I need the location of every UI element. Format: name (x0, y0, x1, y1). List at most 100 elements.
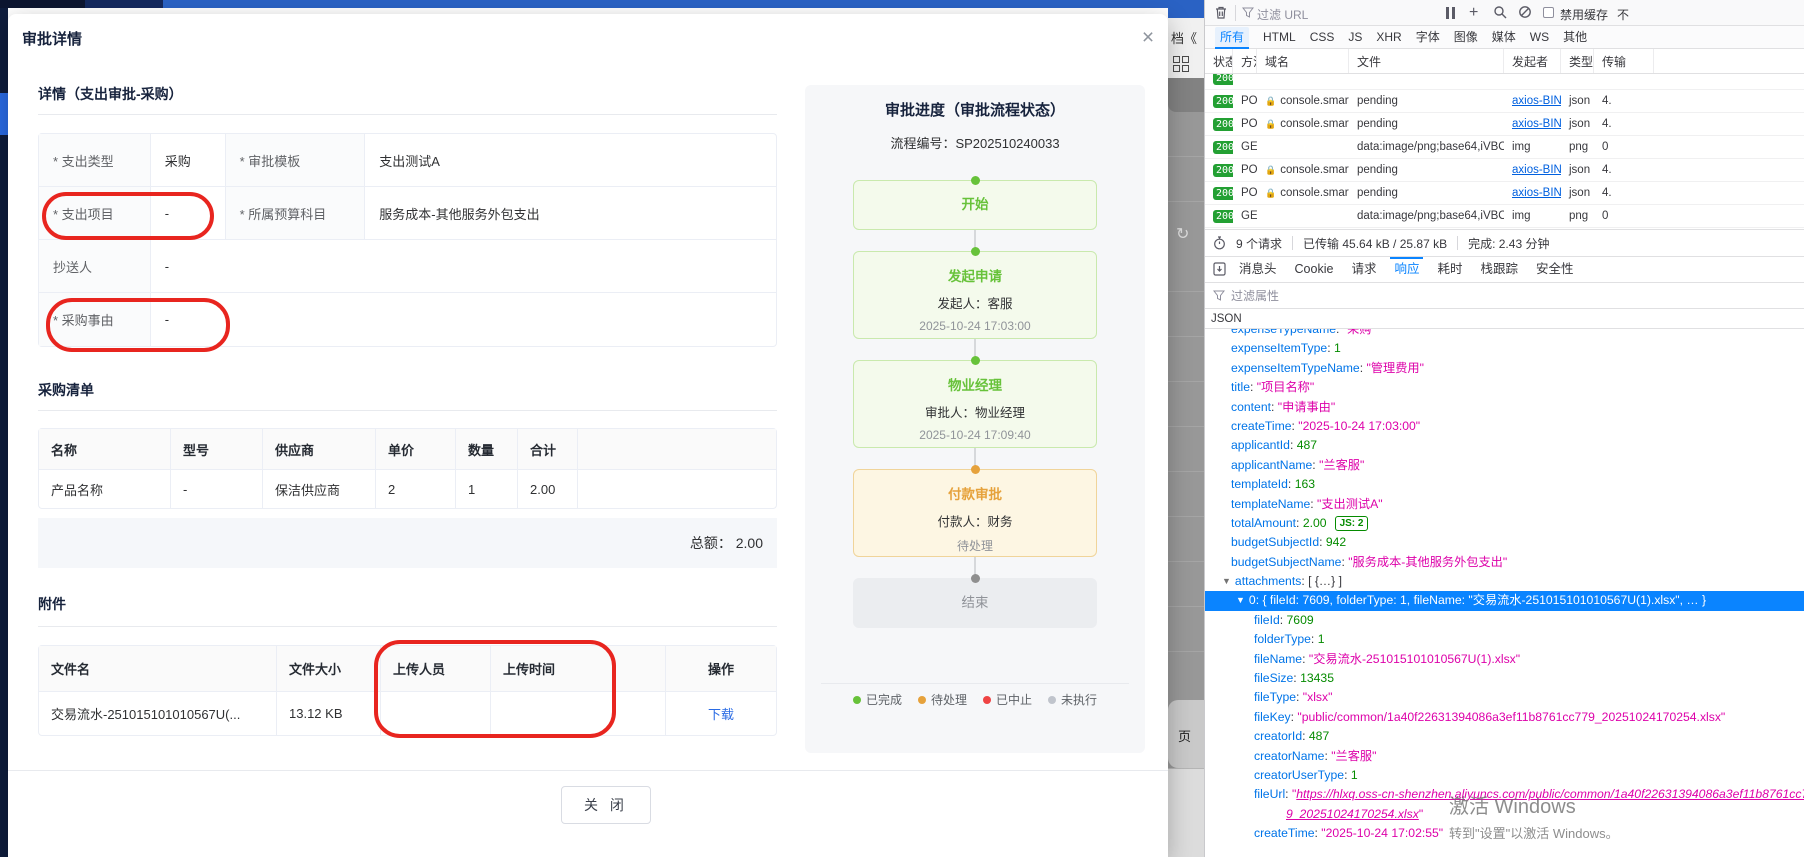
attachments-header-cell: 文件名 (39, 646, 277, 691)
json-line[interactable]: expenseItemType: 1 (1205, 339, 1804, 358)
json-line[interactable]: title: "项目名称" (1205, 378, 1804, 397)
close-icon[interactable]: × (1134, 24, 1162, 52)
domain-cell: 🔒console.smartxfj... (1265, 164, 1349, 176)
detail-tab-消息头[interactable]: 消息头 (1239, 257, 1277, 282)
json-line[interactable]: creatorId: 487 (1205, 727, 1804, 746)
json-line[interactable]: templateName: "支出测试A" (1205, 495, 1804, 514)
network-filter-tab-字体[interactable]: 字体 (1416, 27, 1440, 48)
initiator-link[interactable]: axios-BIN9X... (1512, 118, 1561, 130)
status-cell: 200 (1205, 159, 1233, 182)
flow-step-time: 2025-10-24 17:09:40 (919, 428, 1031, 442)
json-line[interactable]: ▼ attachments: [ {…} ] (1205, 572, 1804, 591)
throttle-label-partial[interactable]: 不 (1617, 6, 1629, 23)
network-filter-tab-WS[interactable]: WS (1530, 27, 1549, 48)
network-request-row[interactable]: 200 PO... 🔒console.smartxfj... pending axios… (1205, 159, 1804, 182)
initiator-cell: axios-BIN9X... (1504, 113, 1561, 136)
json-line[interactable]: expenseItemTypeName: "管理费用" (1205, 359, 1804, 378)
type-cell: png (1569, 210, 1589, 222)
json-line[interactable]: folderType: 1 (1205, 630, 1804, 649)
json-line[interactable]: applicantName: "兰客服" (1205, 456, 1804, 475)
network-filter-tab-HTML[interactable]: HTML (1263, 27, 1296, 48)
detail-tab-响应[interactable]: 响应 (1390, 257, 1424, 282)
network-filter-tab-JS[interactable]: JS (1348, 27, 1362, 48)
json-string-value: "兰客服" (1331, 748, 1377, 763)
disable-cache-checkbox[interactable] (1543, 7, 1554, 18)
json-line[interactable]: createTime: "2025-10-24 17:02:55" (1205, 824, 1804, 843)
background-left-sidebar (0, 8, 8, 857)
detail-tab-安全性[interactable]: 安全性 (1536, 257, 1574, 282)
initiator-link[interactable]: axios-BIN9X... (1512, 164, 1561, 176)
initiator-link[interactable]: axios-BIN9X... (1512, 187, 1561, 199)
json-line[interactable]: creatorUserType: 1 (1205, 766, 1804, 785)
network-filter-tab-媒体[interactable]: 媒体 (1492, 27, 1516, 48)
json-line[interactable]: budgetSubjectId: 942 (1205, 533, 1804, 552)
background-page-label: 页 (1178, 729, 1192, 744)
initiator-link[interactable]: axios-BIN9X... (1512, 95, 1561, 107)
initiator-cell: axios-BIN9X... (1504, 182, 1561, 205)
status-badge: 200 (1213, 163, 1233, 177)
network-request-row[interactable]: 200 GET data:image/png;base64,iVBORw0KGgo i… (1205, 205, 1804, 228)
search-icon[interactable] (1493, 5, 1507, 19)
form-value: 采购 (151, 134, 226, 186)
detail-tab-栈跟踪[interactable]: 栈跟踪 (1480, 257, 1518, 282)
add-icon[interactable]: + (1469, 4, 1478, 22)
json-line[interactable]: 9_20251024170254.xlsx" (1205, 805, 1804, 824)
detail-tab-Cookie[interactable]: Cookie (1295, 257, 1334, 282)
json-line-selected[interactable]: ▼ 0: { fileId: 7609, folderType: 1, fileN… (1205, 591, 1804, 611)
block-icon[interactable] (1518, 5, 1532, 19)
purchase-cell: 1 (456, 470, 518, 508)
json-line[interactable]: fileSize: 13435 (1205, 669, 1804, 688)
network-request-row[interactable]: 200 (1205, 74, 1804, 90)
annotation-circle-purchase-reason (46, 298, 230, 352)
properties-filter-input[interactable]: 过滤属性 (1231, 287, 1279, 304)
legend-dot (852, 695, 861, 704)
json-line[interactable]: fileUrl: "https://hlxq.oss-cn-shenzhen.a… (1205, 785, 1804, 804)
flow-step-done: 发起申请 发起人：客服 2025-10-24 17:03:00 (853, 251, 1097, 339)
network-request-row[interactable]: 200 GET data:image/png;base64,iVBORw0KGgo i… (1205, 136, 1804, 159)
network-request-row[interactable]: 200 PO... 🔒console.smartxfj... pending axios… (1205, 90, 1804, 113)
lock-icon: 🔒 (1265, 118, 1277, 129)
trash-icon[interactable] (1214, 5, 1228, 20)
annotation-circle-upload-columns (374, 640, 616, 738)
network-request-row[interactable]: 200 PO... 🔒console.smartxfj... pending axios… (1205, 182, 1804, 205)
json-line[interactable]: applicantId: 487 (1205, 436, 1804, 455)
json-line[interactable]: content: "申请事由" (1205, 398, 1804, 417)
detail-tab-请求[interactable]: 请求 (1351, 257, 1376, 282)
domain-cell (1257, 205, 1349, 228)
json-line[interactable]: fileType: "xlsx" (1205, 688, 1804, 707)
json-line[interactable]: totalAmount: 2.00 JS: 2 (1205, 514, 1804, 533)
network-filter-tab-XHR[interactable]: XHR (1376, 27, 1401, 48)
json-line[interactable]: templateId: 163 (1205, 475, 1804, 494)
lock-icon: 🔒 (1265, 164, 1277, 175)
json-line[interactable]: budgetSubjectName: "服务成本-其他服务外包支出" (1205, 553, 1804, 572)
json-number-value: 7609 (1286, 612, 1314, 627)
json-line[interactable]: expenseTypeName: "采购" (1205, 329, 1804, 339)
network-filter-tab-图像[interactable]: 图像 (1454, 27, 1478, 48)
flow-step-dot (970, 246, 980, 256)
pause-icon[interactable] (1445, 7, 1455, 19)
network-filter-tab-所有[interactable]: 所有 (1215, 26, 1250, 49)
approval-detail-modal: 审批详情 × 详情（支出审批-采购） * 支出类型 采购 * 审批模板 支出测试A * … (8, 14, 1168, 857)
expand-arrow-icon: ▼ (1222, 576, 1231, 587)
json-line[interactable]: fileName: "交易流水-251015101010567U(1).xlsx… (1205, 650, 1804, 669)
network-request-row[interactable]: 200 PO... 🔒console.smartxfj... pending axios… (1205, 113, 1804, 136)
status-badge: 200 (1213, 94, 1233, 108)
json-line[interactable]: fileKey: "public/common/1a40f22631394086… (1205, 708, 1804, 727)
network-filter-tab-其他[interactable]: 其他 (1563, 27, 1587, 48)
file-cell: pending (1357, 95, 1398, 107)
network-filter-tab-CSS[interactable]: CSS (1310, 27, 1335, 48)
method-cell: PO... (1241, 164, 1257, 176)
json-line[interactable]: createTime: "2025-10-24 17:03:00" (1205, 417, 1804, 436)
download-link[interactable]: 下载 (708, 704, 734, 723)
json-line[interactable]: creatorName: "兰客服" (1205, 747, 1804, 766)
filter-url-input[interactable]: 过滤 URL (1257, 6, 1308, 23)
json-key: fileType (1254, 690, 1297, 705)
method-cell: PO... (1241, 95, 1257, 107)
json-line[interactable]: fileId: 7609 (1205, 611, 1804, 630)
json-key: attachments (1234, 574, 1302, 589)
detail-tab-耗时[interactable]: 耗时 (1437, 257, 1462, 282)
close-button[interactable]: 关 闭 (561, 786, 651, 824)
network-table-body: 200 200 PO... 🔒console.smartxfj... pending ax… (1205, 74, 1804, 229)
legend-dot (917, 695, 926, 704)
form-label: * 支出类型 (39, 134, 151, 186)
